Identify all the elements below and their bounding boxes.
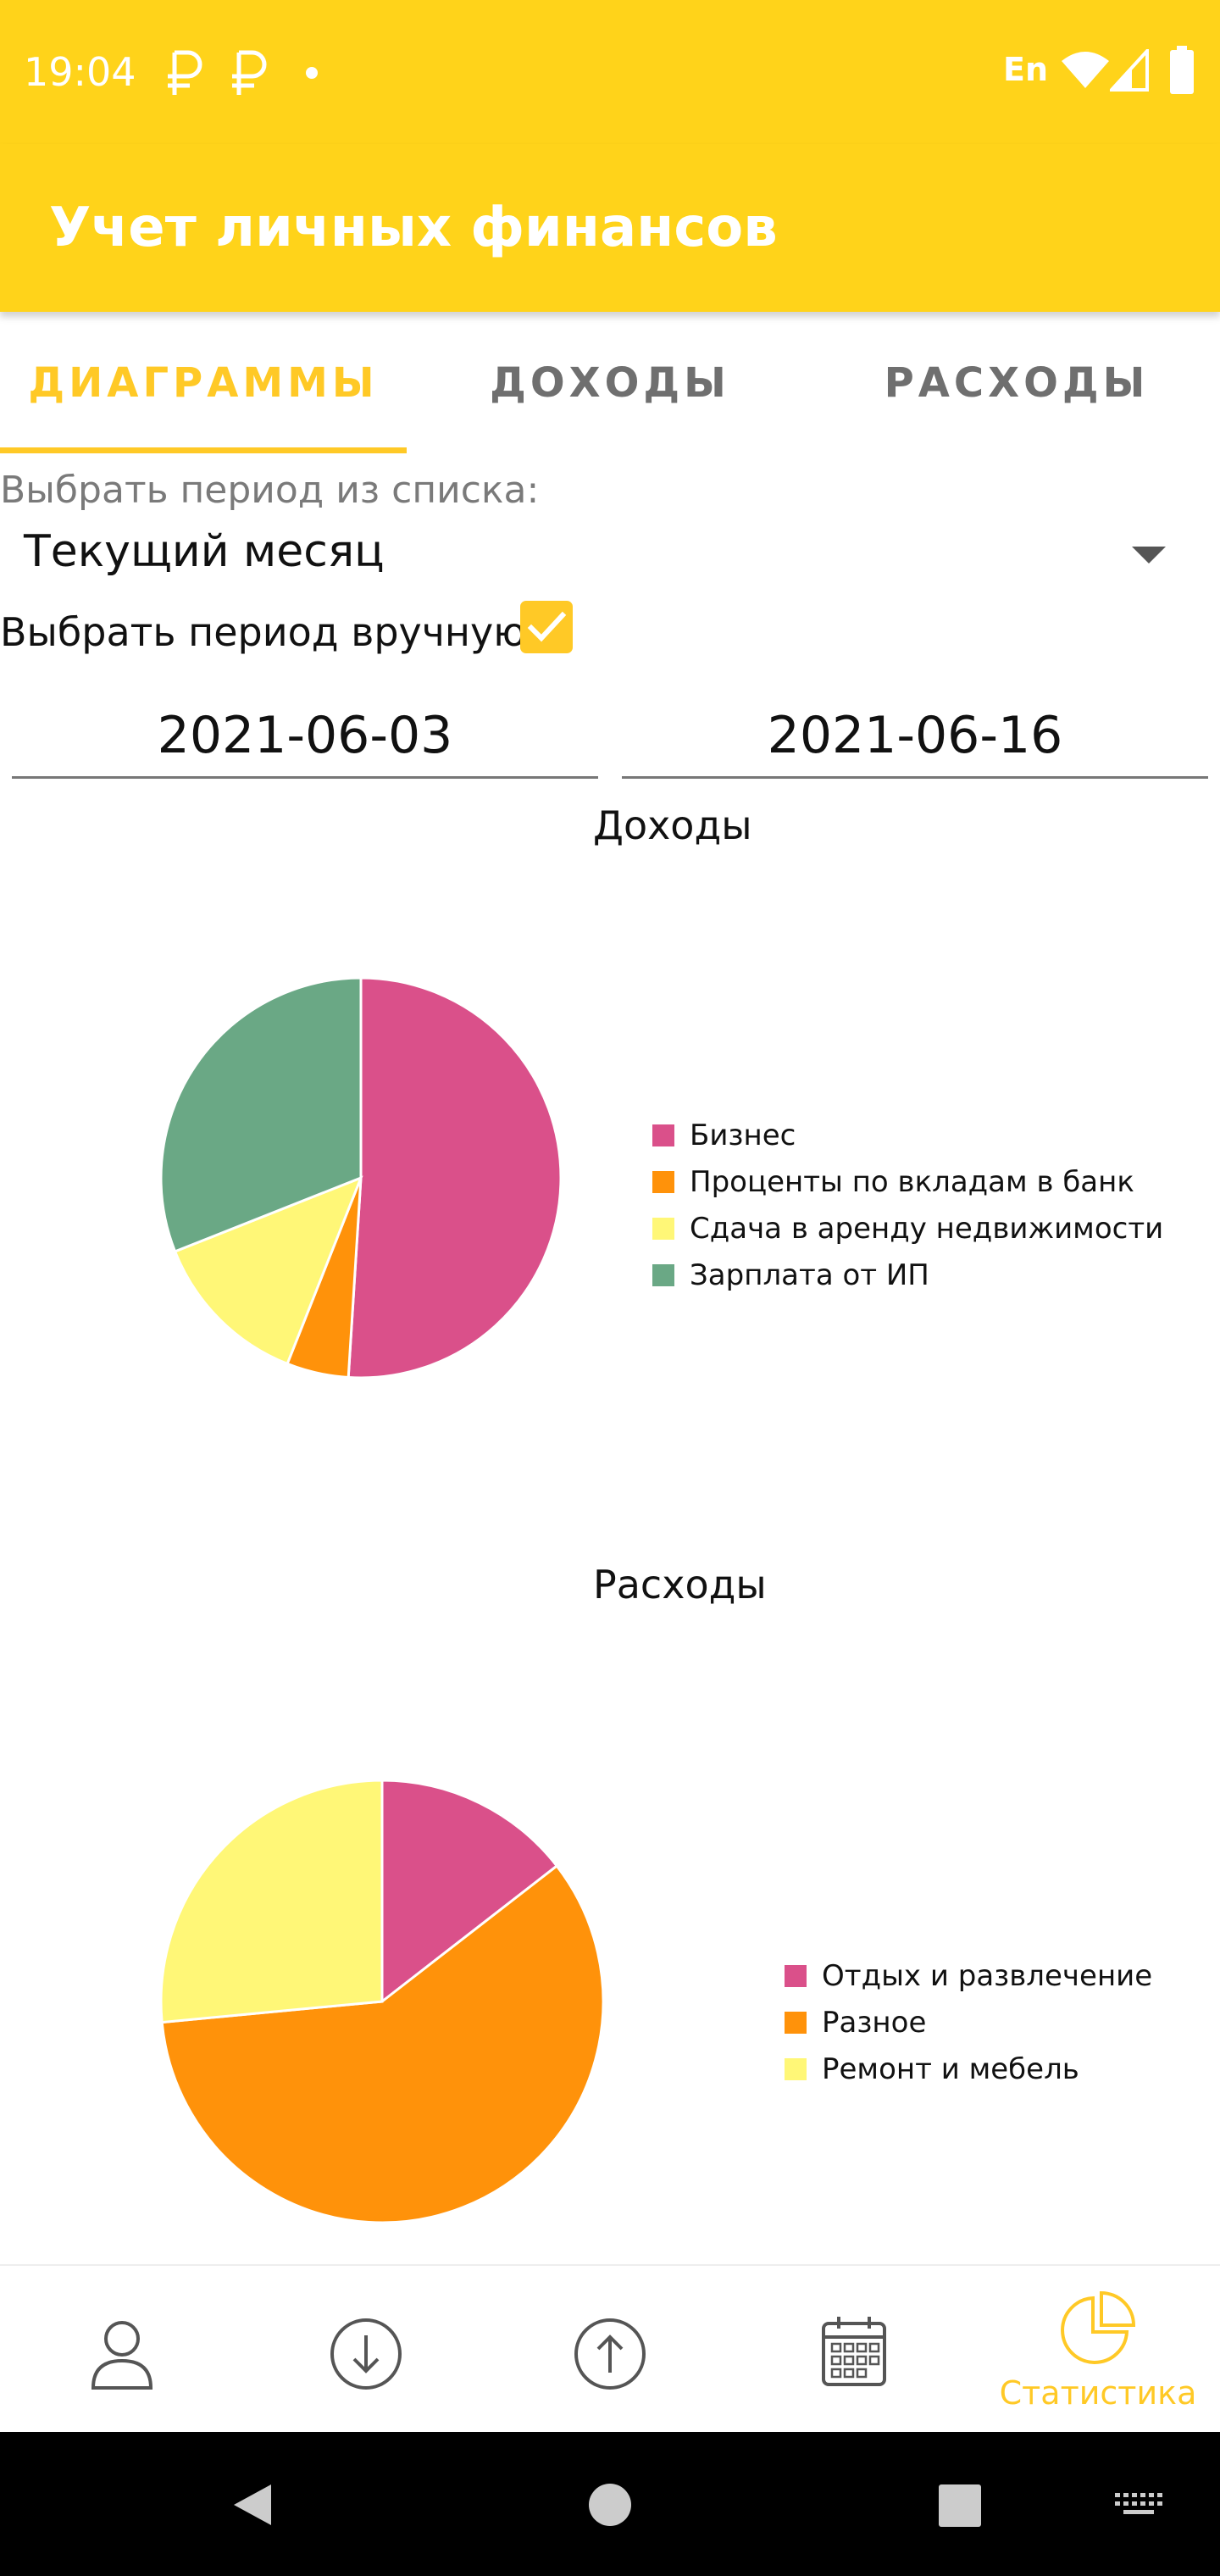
arrow-up-circle-icon <box>574 2318 646 2390</box>
expenses-pie-chart <box>159 1779 605 2224</box>
language-indicator: En <box>1003 51 1049 88</box>
wifi-icon <box>1062 52 1109 88</box>
nav-expenses[interactable] <box>488 2266 732 2434</box>
legend-swatch <box>652 1264 674 1286</box>
nav-statistics-label: Статистика <box>999 2374 1197 2412</box>
nav-profile[interactable] <box>0 2266 244 2434</box>
nav-statistics[interactable]: Статистика <box>976 2266 1220 2434</box>
arrow-down-circle-icon <box>330 2318 402 2390</box>
tab-expenses[interactable]: РАСХОДЫ <box>813 359 1220 407</box>
app-bar: Учет личных финансов <box>0 144 1220 312</box>
app-title: Учет личных финансов <box>49 197 778 259</box>
recents-icon[interactable] <box>939 2484 981 2527</box>
status-time: 19:04 <box>24 49 136 95</box>
calendar-icon <box>822 2317 886 2386</box>
tab-bar: ДИАГРАММЫ ДОХОДЫ РАСХОДЫ <box>0 312 1220 454</box>
checkmark-icon <box>527 611 567 642</box>
date-from-field[interactable]: 2021-06-03 <box>12 695 598 779</box>
back-icon[interactable] <box>230 2481 274 2529</box>
manual-period-label: Выбрать период вручную <box>0 609 526 655</box>
expenses-chart-title: Расходы <box>593 1562 767 1607</box>
tab-charts[interactable]: ДИАГРАММЫ <box>0 359 407 407</box>
date-to-field[interactable]: 2021-06-16 <box>622 695 1208 779</box>
income-chart-title: Доходы <box>593 802 752 848</box>
legend-swatch <box>785 2012 807 2034</box>
legend-label: Сдача в аренду недвижимости <box>690 1212 1164 1246</box>
legend-label: Зарплата от ИП <box>690 1258 929 1292</box>
manual-period-row: Выбрать период вручную <box>0 597 610 665</box>
system-nav-bar <box>0 2432 1220 2576</box>
legend-swatch <box>652 1124 674 1146</box>
status-bar: 19:04 En <box>0 0 1220 144</box>
pie-slice-1-2 <box>159 1779 384 2024</box>
period-select-value: Текущий месяц <box>24 526 385 577</box>
legend-swatch <box>652 1218 674 1240</box>
bottom-nav: Статистика <box>0 2264 1220 2434</box>
legend-swatch <box>785 2058 807 2080</box>
manual-period-checkbox[interactable] <box>520 601 573 653</box>
pie-slice-0-0 <box>347 976 563 1380</box>
nav-calendar[interactable] <box>732 2266 976 2434</box>
legend-label: Разное <box>822 2006 927 2040</box>
legend-label: Бизнес <box>690 1119 796 1152</box>
tab-income[interactable]: ДОХОДЫ <box>407 359 813 407</box>
dot-icon <box>306 67 318 79</box>
pie-chart-icon <box>1061 2291 1136 2364</box>
dropdown-arrow-icon <box>1132 547 1166 564</box>
ruble-icon <box>232 50 267 95</box>
signal-icon <box>1110 49 1149 92</box>
income-pie-chart <box>159 976 563 1380</box>
keyboard-icon[interactable] <box>1115 2493 1162 2520</box>
legend-label: Отдых и развлечение <box>822 1959 1153 1993</box>
period-list-label: Выбрать период из списка: <box>0 469 540 512</box>
legend-swatch <box>652 1171 674 1193</box>
legend-label: Проценты по вкладам в банк <box>690 1165 1134 1199</box>
person-icon <box>91 2321 153 2390</box>
ruble-icon <box>168 50 202 95</box>
battery-icon <box>1170 46 1194 94</box>
home-icon[interactable] <box>588 2483 632 2527</box>
tab-indicator <box>0 447 407 453</box>
period-select[interactable]: Текущий месяц <box>0 513 1195 597</box>
nav-income[interactable] <box>244 2266 488 2434</box>
legend-label: Ремонт и мебель <box>822 2052 1079 2086</box>
legend-swatch <box>785 1965 807 1987</box>
